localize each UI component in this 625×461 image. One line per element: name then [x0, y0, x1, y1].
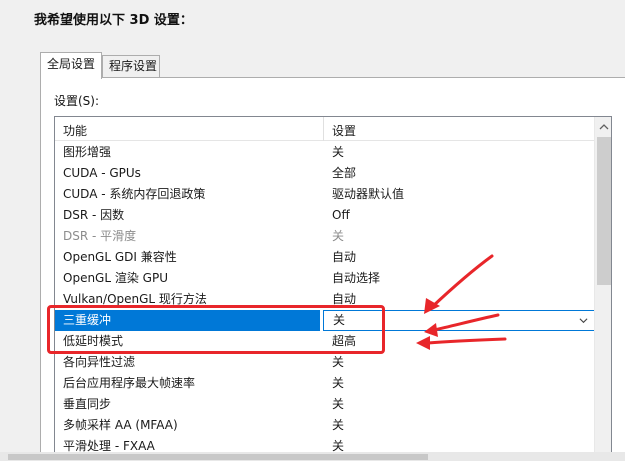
setting-value: 关 [332, 355, 345, 369]
vertical-scrollbar[interactable] [594, 117, 611, 460]
tab-program-settings[interactable]: 程序设置 [102, 55, 160, 78]
table-row-disabled: DSR - 平滑度 关 [55, 226, 595, 247]
table-row[interactable]: 多帧采样 AA (MFAA) 关 [55, 415, 595, 436]
tab-global-settings[interactable]: 全局设置 [40, 52, 102, 79]
setting-value: 超高 [332, 334, 357, 348]
table-row[interactable]: 低延时模式 超高 [55, 331, 595, 352]
list-header: 功能 设置 [55, 117, 595, 141]
feature-name: 图形增强 [63, 145, 112, 159]
section-heading: 我希望使用以下 3D 设置： [34, 13, 193, 28]
feature-name: 垂直同步 [63, 397, 112, 411]
setting-value: 驱动器默认值 [332, 187, 405, 201]
header-feature[interactable]: 功能 [63, 122, 87, 139]
setting-value: 全部 [332, 166, 357, 180]
feature-name: OpenGL 渲染 GPU [63, 271, 168, 285]
setting-value: 关 [332, 418, 345, 432]
feature-name: 多帧采样 AA (MFAA) [63, 418, 178, 432]
feature-name: OpenGL GDI 兼容性 [63, 250, 177, 264]
setting-value: Off [332, 208, 350, 222]
settings-list[interactable]: 功能 设置 图形增强关 CUDA - GPUs 全部 CUDA - 系统内存回退政… [54, 116, 612, 461]
table-row[interactable]: Vulkan/OpenGL 现行方法 自动 [55, 289, 595, 310]
table-row[interactable]: 图形增强 关 [55, 142, 595, 163]
table-row[interactable]: 各向异性过滤 关 [55, 352, 595, 373]
setting-value: 关 [332, 229, 345, 243]
settings-label: 设置(S): [54, 94, 100, 108]
table-row[interactable]: 垂直同步 关 [55, 394, 595, 415]
header-setting[interactable]: 设置 [332, 122, 356, 139]
scroll-up-arrow-icon[interactable] [599, 123, 609, 131]
feature-name: 后台应用程序最大帧速率 [63, 376, 196, 390]
feature-name: CUDA - 系统内存回退政策 [63, 187, 206, 201]
setting-dropdown[interactable]: 关 [323, 310, 595, 331]
setting-value: 自动选择 [332, 271, 381, 285]
scrollbar-thumb[interactable] [597, 137, 611, 285]
setting-value: 自动 [332, 292, 357, 306]
feature-name: 低延时模式 [63, 334, 124, 348]
list-rows: 图形增强关 CUDA - GPUs 全部 CUDA - 系统内存回退政策 驱动器默认… [55, 142, 595, 457]
horizontal-scrollbar[interactable] [0, 452, 625, 461]
header-divider[interactable] [323, 117, 324, 141]
table-row[interactable]: DSR - 因数 Off [55, 205, 595, 226]
table-row-selected[interactable]: 三重缓冲 关 [55, 310, 595, 331]
setting-value: 自动 [332, 250, 357, 264]
feature-name: 三重缓冲 [55, 310, 320, 331]
table-row[interactable]: 后台应用程序最大帧速率 关 [55, 373, 595, 394]
feature-name: Vulkan/OpenGL 现行方法 [63, 292, 207, 306]
feature-name: DSR - 平滑度 [63, 229, 137, 243]
chevron-down-icon[interactable] [579, 316, 588, 325]
table-row[interactable]: OpenGL 渲染 GPU 自动选择 [55, 268, 595, 289]
horizontal-scrollbar-thumb[interactable] [8, 454, 428, 460]
setting-value: 关 [332, 397, 345, 411]
feature-name: 各向异性过滤 [63, 355, 136, 369]
feature-name: CUDA - GPUs [63, 166, 141, 180]
table-row[interactable]: CUDA - GPUs 全部 [55, 163, 595, 184]
setting-value: 关 [332, 376, 345, 390]
table-row[interactable]: CUDA - 系统内存回退政策 驱动器默认值 [55, 184, 595, 205]
feature-name: DSR - 因数 [63, 208, 125, 222]
setting-value: 关 [332, 145, 345, 159]
table-row[interactable]: OpenGL GDI 兼容性 自动 [55, 247, 595, 268]
